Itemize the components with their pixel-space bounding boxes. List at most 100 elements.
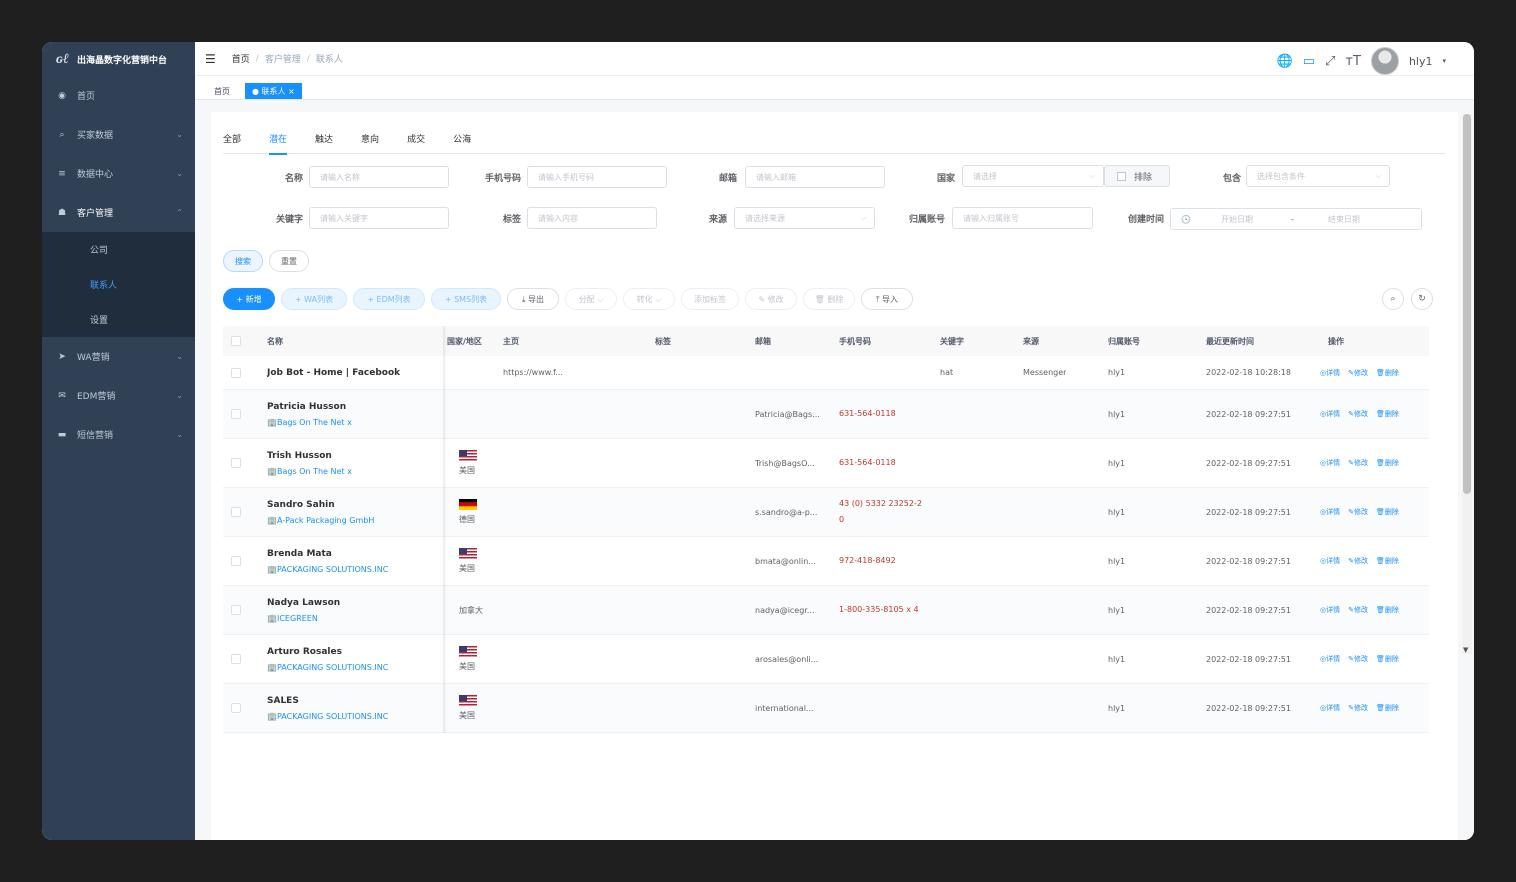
row-delete-button[interactable]: 🗑删除 xyxy=(1376,703,1399,713)
contact-name[interactable]: Job Bot - Home | Facebook xyxy=(267,368,400,378)
select-all-checkbox[interactable] xyxy=(231,326,241,356)
row-checkbox[interactable] xyxy=(231,586,241,634)
font-size-icon[interactable]: ᴛT xyxy=(1345,54,1361,69)
phone-input[interactable]: 请输入手机号码 xyxy=(527,166,667,188)
sidebar-subitem[interactable]: 公司 xyxy=(42,232,195,267)
end-date[interactable]: 结束日期 xyxy=(1328,214,1360,225)
row-edit-button[interactable]: ✎修改 xyxy=(1348,409,1368,419)
keyword-input[interactable]: 请输入关键字 xyxy=(309,207,449,229)
table-row[interactable]: Nadya Lawson 🏢ICEGREEN 加拿大 nadya@icegr... hl… xyxy=(223,586,1429,635)
company-link[interactable]: 🏢ICEGREEN xyxy=(267,614,340,623)
table-row[interactable]: Trish Husson 🏢Bags On The Net x 美国 Trish@Ba… xyxy=(223,439,1429,488)
row-detail-button[interactable]: ◎详情 xyxy=(1320,458,1340,468)
sidebar-item[interactable]: ➤ WA营销 ⌄ xyxy=(42,337,195,376)
company-link[interactable]: 🏢A-Pack Packaging GmbH xyxy=(267,516,374,525)
table-row[interactable]: Arturo Rosales 🏢PACKAGING SOLUTIONS.INC 美国… xyxy=(223,635,1429,684)
tab-item[interactable]: 成交 xyxy=(407,132,425,154)
company-link[interactable]: 🏢PACKAGING SOLUTIONS.INC xyxy=(267,565,388,574)
refresh-icon[interactable]: ↻ xyxy=(1411,288,1433,310)
tab-item[interactable]: 潜在 xyxy=(269,132,288,155)
tab-item[interactable]: 意向 xyxy=(361,132,379,154)
export-button[interactable]: ⤓ 导出 xyxy=(507,288,559,310)
sidebar-item[interactable]: ◉ 首页 xyxy=(42,76,195,115)
row-detail-button[interactable]: ◎详情 xyxy=(1320,703,1340,713)
fullscreen-icon[interactable]: ⤢ xyxy=(1325,54,1335,69)
include-select[interactable]: 选择包含条件 ⌵ xyxy=(1246,165,1390,187)
row-delete-button[interactable]: 🗑删除 xyxy=(1376,654,1399,664)
sidebar-item[interactable]: ⌕ 买家数据 ⌄ xyxy=(42,115,195,154)
row-checkbox[interactable] xyxy=(231,439,241,487)
table-row[interactable]: Patricia Husson 🏢Bags On The Net x Patrici… xyxy=(223,390,1429,439)
row-edit-button[interactable]: ✎修改 xyxy=(1348,458,1368,468)
sidebar-item[interactable]: ☗ 客户管理 ⌃ xyxy=(42,193,195,232)
company-link[interactable]: 🏢PACKAGING SOLUTIONS.INC xyxy=(267,712,388,721)
row-detail-button[interactable]: ◎详情 xyxy=(1320,409,1340,419)
contact-name[interactable]: Trish Husson xyxy=(267,451,352,461)
tab-item[interactable]: 全部 xyxy=(223,132,241,154)
hamburger-icon[interactable]: ☰ xyxy=(205,52,216,66)
tag-home[interactable]: 首页 xyxy=(207,83,237,99)
contact-name[interactable]: Arturo Rosales xyxy=(267,647,388,657)
avatar[interactable] xyxy=(1370,47,1399,75)
exclude-checkbox[interactable]: 排除 xyxy=(1104,165,1170,187)
page-scrollbar[interactable]: ▼ xyxy=(1462,114,1472,654)
sidebar-subitem[interactable]: 设置 xyxy=(42,302,195,337)
row-edit-button[interactable]: ✎修改 xyxy=(1348,368,1368,378)
caret-down-icon[interactable]: ▾ xyxy=(1442,57,1446,65)
source-select[interactable]: 请选择来源 ⌵ xyxy=(734,207,875,229)
assign-dropdown[interactable]: 分配 ⌵ xyxy=(565,288,617,310)
row-delete-button[interactable]: 🗑删除 xyxy=(1376,556,1399,566)
row-detail-button[interactable]: ◎详情 xyxy=(1320,654,1340,664)
import-button[interactable]: ⤒ 导入 xyxy=(861,288,913,310)
table-row[interactable]: Job Bot - Home | Facebook https://www.f..… xyxy=(223,356,1429,390)
wa-list-button[interactable]: + WA列表 xyxy=(281,288,347,310)
contact-name[interactable]: Sandro Sahin xyxy=(267,500,374,510)
add-tag-button[interactable]: 添加标签 xyxy=(681,288,739,310)
row-detail-button[interactable]: ◎详情 xyxy=(1320,605,1340,615)
row-edit-button[interactable]: ✎修改 xyxy=(1348,654,1368,664)
sidebar-item[interactable]: ✉ EDM营销 ⌄ xyxy=(42,376,195,415)
row-detail-button[interactable]: ◎详情 xyxy=(1320,556,1340,566)
scroll-down-icon[interactable]: ▼ xyxy=(1463,646,1468,654)
tab-item[interactable]: 触达 xyxy=(315,132,333,154)
contact-name[interactable]: Brenda Mata xyxy=(267,549,388,559)
sidebar-item[interactable]: ▬ 短信营销 ⌄ xyxy=(42,415,195,454)
row-checkbox[interactable] xyxy=(231,684,241,732)
search-toggle-icon[interactable]: ⌕ xyxy=(1382,288,1404,310)
row-checkbox[interactable] xyxy=(231,488,241,536)
row-checkbox[interactable] xyxy=(231,537,241,585)
sidebar-item[interactable]: ≡ 数据中心 ⌄ xyxy=(42,154,195,193)
edit-button[interactable]: ✎ 修改 xyxy=(745,288,797,310)
contact-name[interactable]: SALES xyxy=(267,696,388,706)
row-edit-button[interactable]: ✎修改 xyxy=(1348,507,1368,517)
start-date[interactable]: 开始日期 xyxy=(1221,214,1291,225)
row-delete-button[interactable]: 🗑删除 xyxy=(1376,605,1399,615)
row-checkbox[interactable] xyxy=(231,390,241,438)
company-link[interactable]: 🏢Bags On The Net x xyxy=(267,467,352,476)
row-edit-button[interactable]: ✎修改 xyxy=(1348,703,1368,713)
delete-button[interactable]: 🗑 删除 xyxy=(803,288,855,310)
scrollbar-thumb[interactable] xyxy=(1463,114,1471,494)
table-row[interactable]: SALES 🏢PACKAGING SOLUTIONS.INC 美国 internati… xyxy=(223,684,1429,733)
row-delete-button[interactable]: 🗑删除 xyxy=(1376,458,1399,468)
transfer-dropdown[interactable]: 转化 ⌵ xyxy=(623,288,675,310)
tab-item[interactable]: 公海 xyxy=(453,132,471,154)
name-input[interactable]: 请输入名称 xyxy=(309,166,449,188)
table-row[interactable]: Brenda Mata 🏢PACKAGING SOLUTIONS.INC 美国 bma… xyxy=(223,537,1429,586)
username[interactable]: hly1 xyxy=(1409,55,1433,68)
row-detail-button[interactable]: ◎详情 xyxy=(1320,368,1340,378)
company-link[interactable]: 🏢Bags On The Net x xyxy=(267,418,352,427)
breadcrumb-home[interactable]: 首页 xyxy=(232,52,250,65)
reset-button[interactable]: 重置 xyxy=(269,250,309,272)
email-input[interactable]: 请输入邮箱 xyxy=(745,166,885,188)
row-delete-button[interactable]: 🗑删除 xyxy=(1376,368,1399,378)
contact-name[interactable]: Patricia Husson xyxy=(267,402,352,412)
search-button[interactable]: 搜索 xyxy=(223,250,263,272)
row-detail-button[interactable]: ◎详情 xyxy=(1320,507,1340,517)
company-link[interactable]: 🏢PACKAGING SOLUTIONS.INC xyxy=(267,663,388,672)
table-row[interactable]: Sandro Sahin 🏢A-Pack Packaging GmbH 德国 s.sa… xyxy=(223,488,1429,537)
row-edit-button[interactable]: ✎修改 xyxy=(1348,605,1368,615)
tag-contacts[interactable]: ● 联系人 × xyxy=(245,83,302,99)
row-edit-button[interactable]: ✎修改 xyxy=(1348,556,1368,566)
contact-name[interactable]: Nadya Lawson xyxy=(267,598,340,608)
